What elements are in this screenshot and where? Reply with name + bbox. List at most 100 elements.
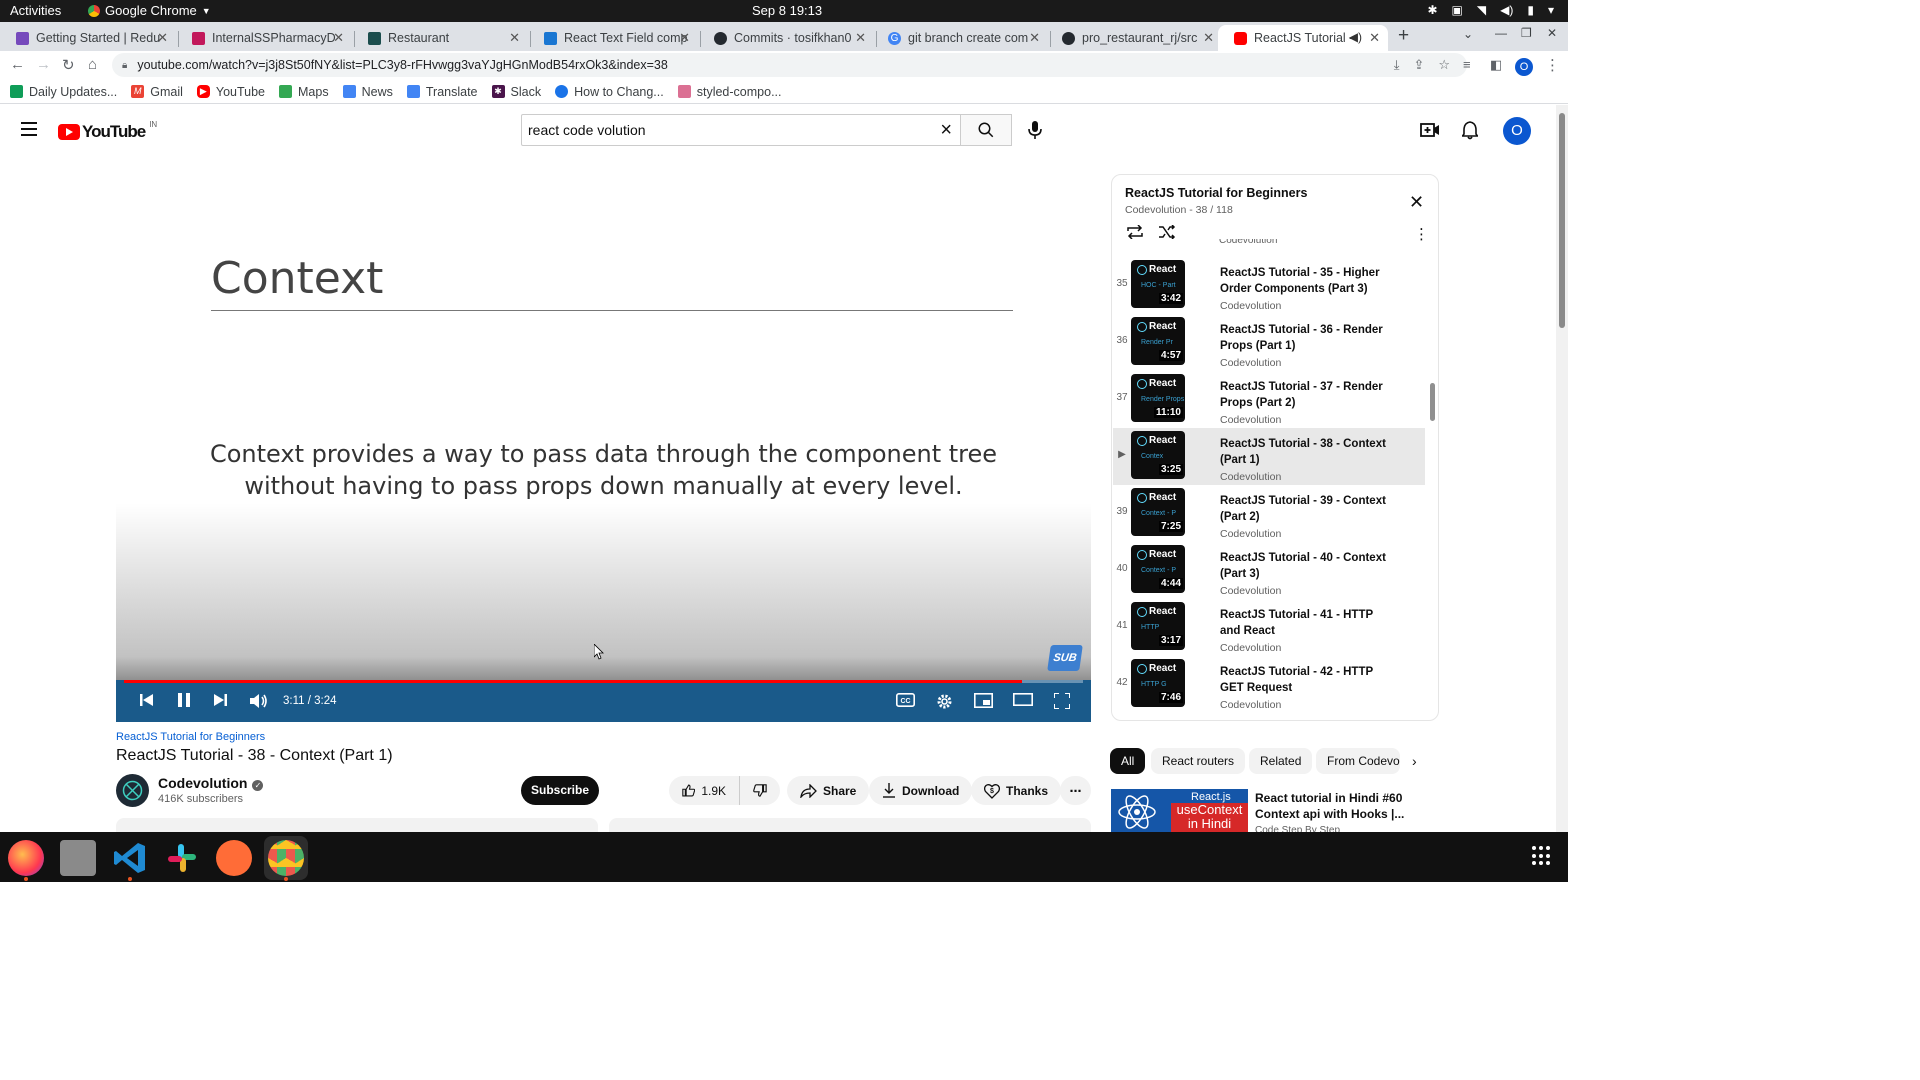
close-icon[interactable]: ✕: [333, 30, 344, 46]
create-video-button[interactable]: [1420, 121, 1440, 144]
close-icon[interactable]: ✕: [1203, 30, 1214, 46]
close-icon[interactable]: ✕: [1029, 30, 1040, 46]
playlist-more-icon[interactable]: ⋮: [1414, 225, 1429, 243]
playlist-link[interactable]: ReactJS Tutorial for Beginners: [116, 731, 265, 743]
bookmark-youtube[interactable]: ▶ YouTube: [196, 85, 265, 99]
playlist-item[interactable]: 40 React Context - P 4:44 ReactJS Tutorial -…: [1113, 542, 1425, 599]
thanks-button[interactable]: $ Thanks: [971, 776, 1062, 805]
postman-icon[interactable]: [216, 840, 252, 876]
playlist-item[interactable]: 37 React Render Props 11:10 ReactJS Tutorial…: [1113, 371, 1425, 428]
audio-playing-icon[interactable]: ◀): [1349, 30, 1362, 44]
pause-button[interactable]: [178, 693, 190, 707]
tab-mui-textfield[interactable]: React Text Field comp ✕: [528, 25, 698, 51]
video-thumbnail[interactable]: React Render Props 11:10: [1131, 374, 1185, 422]
chip-from-codevolution[interactable]: From Codevo: [1316, 748, 1400, 774]
voice-search-button[interactable]: [1028, 121, 1042, 144]
video-player[interactable]: Context Context provides a way to pass d…: [116, 173, 1091, 722]
video-thumbnail[interactable]: React Context - P 7:25: [1131, 488, 1185, 536]
close-icon[interactable]: ✕: [679, 30, 690, 46]
comments-box[interactable]: [609, 818, 1091, 832]
captions-button[interactable]: CC: [896, 693, 915, 707]
home-icon[interactable]: ⌂: [88, 56, 97, 73]
clear-search-icon[interactable]: ×: [940, 115, 952, 145]
address-bar[interactable]: 🔒︎ youtube.com/watch?v=j3j8St50fNY&list=…: [112, 53, 1467, 77]
next-button[interactable]: [213, 693, 227, 707]
video-thumbnail[interactable]: React HTTP G 7:46: [1131, 659, 1185, 707]
loop-playlist-button[interactable]: [1126, 224, 1144, 244]
minimize-icon[interactable]: —: [1495, 26, 1507, 40]
tab-github-src[interactable]: pro_restaurant_rj/src ✕: [1046, 25, 1222, 51]
more-actions-button[interactable]: ⋯: [1060, 776, 1091, 805]
download-button[interactable]: Download: [869, 776, 973, 805]
slack-icon[interactable]: [164, 840, 200, 876]
progress-bar[interactable]: [124, 680, 1083, 683]
install-icon[interactable]: ⤓: [1394, 57, 1400, 73]
profile-avatar[interactable]: O: [1515, 58, 1533, 76]
chip-all[interactable]: All: [1110, 748, 1146, 774]
chip-related[interactable]: Related: [1249, 748, 1313, 774]
chip-react-routers[interactable]: React routers: [1151, 748, 1246, 774]
chrome-menu-icon[interactable]: ⋮: [1545, 56, 1560, 74]
system-tray[interactable]: ✱ ▣ ◥ ◀) ▮ ▾: [1427, 3, 1554, 17]
page-scrollbar[interactable]: [1556, 105, 1568, 832]
activities-button[interactable]: Activities: [10, 3, 61, 18]
settings-button[interactable]: [936, 693, 953, 710]
bookmark-daily-updates[interactable]: Daily Updates...: [10, 85, 117, 99]
bookmark-how-to-change[interactable]: How to Chang...: [555, 85, 664, 99]
like-button[interactable]: 1.9K: [669, 776, 739, 805]
new-tab-button[interactable]: +: [1398, 25, 1409, 47]
forward-arrow-icon[interactable]: →: [36, 56, 51, 73]
playlist-item[interactable]: 35 React HOC - Part 3:42 ReactJS Tutorial - …: [1113, 257, 1425, 314]
volume-button[interactable]: [250, 693, 268, 709]
description-box[interactable]: [116, 818, 598, 832]
channel-avatar[interactable]: [116, 774, 149, 807]
close-icon[interactable]: ✕: [855, 30, 866, 46]
share-button[interactable]: Share: [787, 776, 870, 805]
youtube-logo[interactable]: YouTube IN: [58, 120, 157, 142]
playlist-item[interactable]: 41 React HTTP 3:17 ReactJS Tutorial - 41 - H…: [1113, 599, 1425, 656]
video-thumbnail[interactable]: React HOC - Part 3:42: [1131, 260, 1185, 308]
tab-youtube-active[interactable]: ReactJS Tutorial - ◀) ✕: [1218, 25, 1388, 51]
show-apps-grid-icon[interactable]: [1532, 846, 1552, 866]
subscribe-watermark[interactable]: SUB: [1047, 645, 1083, 671]
search-button[interactable]: [961, 114, 1012, 146]
previous-button[interactable]: [140, 693, 154, 707]
playlist-item[interactable]: 39 React Context - P 7:25 ReactJS Tutorial -…: [1113, 485, 1425, 542]
video-thumbnail[interactable]: React Render Pr 4:57: [1131, 317, 1185, 365]
app-menu[interactable]: Google Chrome ▼: [88, 3, 211, 18]
share-icon[interactable]: ⇪: [1413, 57, 1424, 73]
tab-pharmacy[interactable]: InternalSSPharmacyD ✕: [176, 25, 352, 51]
miniplayer-button[interactable]: [974, 693, 993, 708]
bookmark-styled-components[interactable]: styled-compo...: [677, 85, 782, 99]
close-playlist-icon[interactable]: ✕: [1409, 192, 1424, 213]
tab-restaurant[interactable]: Restaurant ✕: [352, 25, 528, 51]
scrollbar-thumb[interactable]: [1559, 113, 1565, 328]
playlist-item-current[interactable]: ▶ React Contex 3:25 ReactJS Tutorial - 38 - …: [1113, 428, 1425, 485]
playlist-scrollbar[interactable]: [1430, 383, 1435, 421]
video-thumbnail[interactable]: React Contex 3:25: [1131, 431, 1185, 479]
bookmark-maps[interactable]: Maps: [279, 85, 329, 99]
files-icon[interactable]: [60, 840, 96, 876]
bookmark-slack[interactable]: ✱ Slack: [491, 85, 541, 99]
playlist-item[interactable]: 36 React Render Pr 4:57 ReactJS Tutorial - 3…: [1113, 314, 1425, 371]
bookmark-news[interactable]: News: [342, 85, 393, 99]
window-close-icon[interactable]: ✕: [1547, 26, 1557, 40]
firefox-icon[interactable]: [8, 840, 44, 876]
vscode-icon[interactable]: [112, 840, 148, 876]
channel-name[interactable]: Codevolution ✓: [158, 775, 264, 791]
playlist-title[interactable]: ReactJS Tutorial for Beginners: [1125, 186, 1307, 200]
tab-redux[interactable]: Getting Started | Redu ✕: [0, 25, 176, 51]
notifications-button[interactable]: [1460, 121, 1480, 145]
video-thumbnail[interactable]: React HTTP 3:17: [1131, 602, 1185, 650]
search-input[interactable]: react code volution ×: [521, 114, 961, 146]
maximize-icon[interactable]: ❐: [1521, 26, 1532, 40]
playlist-item[interactable]: 42 React HTTP G 7:46 ReactJS Tutorial - 42 -…: [1113, 656, 1425, 713]
subscribe-button[interactable]: Subscribe: [521, 776, 599, 805]
hamburger-menu-icon[interactable]: [21, 122, 37, 140]
recommendation-thumbnail[interactable]: React.js useContext in Hindi: [1111, 789, 1248, 832]
tab-github-commits[interactable]: Commits · tosifkhan0 ✕: [698, 25, 874, 51]
bookmark-translate[interactable]: Translate: [406, 85, 478, 99]
close-icon[interactable]: ✕: [1369, 30, 1380, 46]
close-icon[interactable]: ✕: [509, 30, 520, 46]
lock-icon[interactable]: 🔒︎: [122, 60, 127, 71]
